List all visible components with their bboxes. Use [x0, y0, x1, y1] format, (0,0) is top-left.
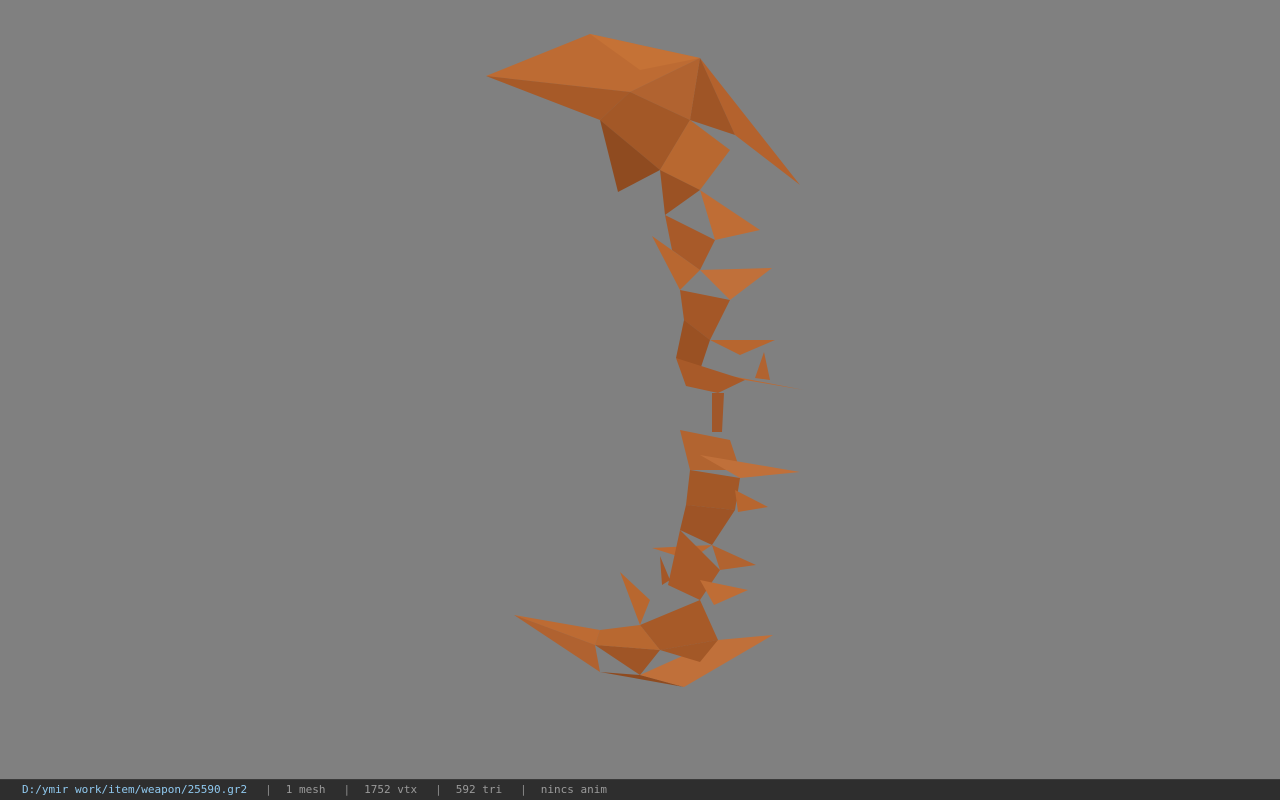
grip-connector [712, 393, 724, 432]
upper-handle [652, 215, 804, 393]
weapon-model[interactable] [0, 0, 1280, 779]
separator: | [520, 783, 527, 796]
animation-status: nincs anim [540, 783, 607, 796]
3d-viewport[interactable] [0, 0, 1280, 779]
lower-handle [652, 430, 800, 605]
separator: | [435, 783, 442, 796]
separator: | [265, 783, 272, 796]
status-bar: D:/ymir work/item/weapon/25590.gr2 | 1 mes… [0, 779, 1280, 800]
separator: | [343, 783, 351, 796]
mesh-count: 1 mesh [285, 783, 326, 796]
file-path: D:/ymir work/item/weapon/25590.gr2 [22, 783, 248, 796]
vertex-count: 1752 vtx [364, 783, 418, 796]
triangle-count: 592 tri [455, 783, 503, 796]
upper-blade [486, 34, 800, 240]
